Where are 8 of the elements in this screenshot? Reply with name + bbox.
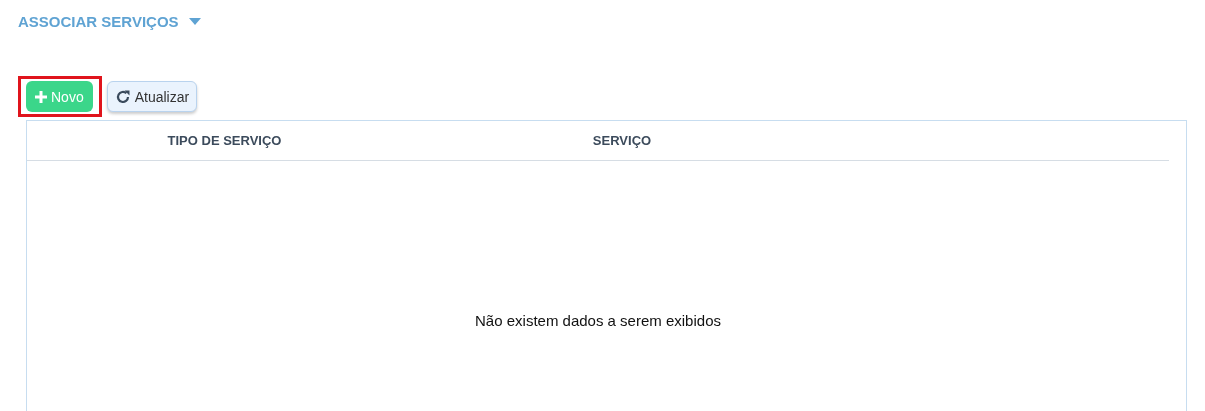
caret-icon[interactable] (188, 17, 201, 25)
section-title: ASSOCIAR SERVIÇOS (18, 12, 179, 30)
column-header: SERVIÇO (592, 133, 652, 148)
empty-message: Não existem dados a serem exibidos (475, 312, 721, 329)
column-header: TIPO DE SERVIÇO (167, 133, 282, 148)
refresh-button[interactable]: Atualizar (106, 81, 198, 112)
refresh-icon (114, 88, 131, 105)
plus-icon (35, 90, 47, 103)
